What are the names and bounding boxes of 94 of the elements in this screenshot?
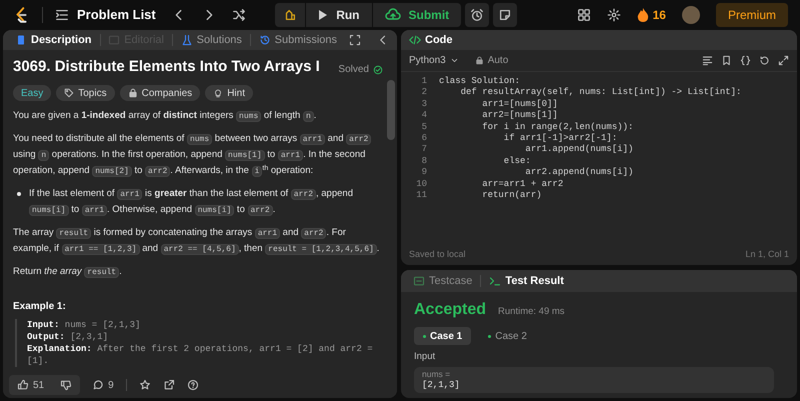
shuffle-icon[interactable] [232, 8, 246, 22]
lightbulb-icon [213, 88, 224, 98]
paragraph: You need to distribute all the elements of nums between two arrays arr1 and arr2 using n operations. In the first operation, append nums[1] to arr1 . In the second operation, append nums[2] to arr2 . Afterwards, in the i $^{th}$ operation: [13, 131, 383, 179]
terminal-icon [489, 275, 502, 287]
code-line: arr1.append(nums[i]) [524, 144, 634, 156]
code-line: arr2.append(nums[i]) [524, 167, 634, 179]
paragraph: You are given a 1-indexed array of distinct integers nums of length n . [13, 109, 318, 124]
braces-icon[interactable] [740, 55, 751, 66]
line-number: 9 [420, 167, 428, 179]
line-number: 10 [415, 178, 428, 190]
line-number: 11 [415, 190, 428, 202]
line-number: 6 [420, 133, 428, 144]
paragraph: The array result is formed by concatenating the arrays arr1 and arr2 . For example, if arr1 == [1,2,3] and arr2 == [4,5,6] , then result = [1,2,3,4,5,6] . [13, 226, 380, 257]
settings-icon[interactable] [606, 8, 621, 22]
code-line: if arr1[-1]>arr2[-1]: [502, 133, 618, 144]
variable-name: nums = [422, 369, 452, 380]
alarm-clock-icon[interactable] [465, 3, 490, 27]
panel-tab[interactable]: Test Result [485, 272, 568, 290]
code-line: for i in range(2,len(nums)): [481, 122, 634, 134]
input-label: Input [414, 350, 436, 364]
panel-tab[interactable]: Submissions [254, 32, 341, 48]
language-dropdown[interactable]: Python3 [409, 53, 459, 68]
lock-icon [474, 56, 484, 65]
paragraph: Return the array result . [13, 265, 123, 280]
note-icon[interactable] [493, 3, 518, 27]
code-icon [409, 34, 421, 46]
panel-tab[interactable]: Testcase [409, 272, 476, 290]
flask-icon [180, 34, 193, 46]
format-icon[interactable] [702, 55, 713, 66]
runtime: Runtime: 49 ms [498, 305, 565, 319]
history-icon [258, 34, 271, 46]
expand-icon[interactable] [349, 34, 361, 46]
line-number: 4 [420, 110, 428, 122]
line-number: 8 [420, 156, 428, 168]
difficulty-label: Easy [13, 85, 52, 101]
line-number: 2 [420, 87, 428, 99]
flame-icon [636, 8, 649, 22]
chevron-down-icon [450, 56, 459, 65]
comments-button[interactable]: 9 [92, 378, 114, 392]
lock-icon [128, 88, 138, 98]
example-line: Explanation: After the first 2 operations, arr1 = [2] and arr2 = [1]. [27, 343, 374, 367]
share-icon[interactable] [162, 379, 175, 391]
play-icon [318, 9, 328, 21]
panel-title: Code [409, 32, 452, 48]
comment-icon [92, 379, 104, 391]
code-line: def resultArray(self, nums: List[int]) -> List[int]: [460, 87, 742, 99]
save-status: Saved to local [409, 248, 466, 262]
example-line: Output: [2,3,1] [27, 331, 110, 343]
verdict: Accepted [414, 300, 486, 320]
scrollbar-thumb[interactable] [387, 80, 395, 140]
auto-mode-button[interactable]: Auto [474, 53, 508, 68]
maximize-icon[interactable] [778, 55, 789, 66]
premium-button[interactable]: Premium [716, 3, 788, 27]
check-circle-icon [373, 64, 383, 74]
thumbs-up-icon [17, 379, 29, 391]
line-number: 1 [420, 76, 428, 88]
streak-counter[interactable]: 16 [636, 6, 666, 24]
document-icon [15, 34, 27, 46]
tag-button[interactable]: Topics [56, 85, 115, 101]
problem-list-button[interactable]: Problem List [55, 5, 156, 25]
code-line: arr1=[nums[0]] [481, 98, 558, 110]
example-heading: Example 1: [13, 300, 67, 314]
panel-tab[interactable]: Description [11, 32, 96, 48]
line-number: 7 [420, 144, 428, 156]
tag-icon [64, 88, 74, 98]
tag-button[interactable]: Hint [205, 85, 253, 101]
reset-icon[interactable] [759, 55, 770, 66]
list-icon [55, 8, 69, 22]
checkbox-icon [413, 275, 425, 287]
case-tab[interactable]: Case 2 [479, 327, 536, 345]
run-button[interactable]: Run [305, 3, 372, 27]
code-line: arr=arr1 + arr2 [481, 178, 564, 190]
tag-button[interactable]: Companies [120, 85, 200, 101]
solved-status: Solved [338, 62, 383, 77]
panel-tab[interactable]: Solutions [176, 32, 246, 48]
code-line: else: [502, 156, 531, 168]
star-icon[interactable] [138, 379, 151, 391]
bookmark-icon[interactable] [721, 55, 732, 66]
code-line: arr2=[nums[1]] [481, 110, 558, 122]
line-number: 5 [420, 122, 428, 134]
avatar[interactable] [682, 6, 700, 24]
code-line: return(arr) [481, 190, 542, 202]
problem-title: 3069. Distribute Elements Into Two Arrays I [13, 58, 320, 77]
layout-grid-icon[interactable] [576, 8, 591, 22]
cursor-position: Ln 1, Col 1 [745, 248, 789, 262]
example-line: Input: nums = [2,1,3] [27, 319, 142, 331]
code-line: class Solution: [438, 76, 520, 88]
list-item-text: If the last element of arr1 is greater than the last element of arr2 , append nums[i] to arr1 . Otherwise, append nums[i] to arr2 . [29, 187, 354, 218]
help-icon[interactable] [186, 379, 199, 391]
submit-button[interactable]: Submit [372, 3, 462, 27]
cloud-upload-icon [384, 7, 401, 23]
line-number: 3 [420, 98, 428, 110]
case-tab[interactable]: Case 1 [414, 327, 472, 345]
variable-value: [2,1,3] [422, 380, 461, 392]
